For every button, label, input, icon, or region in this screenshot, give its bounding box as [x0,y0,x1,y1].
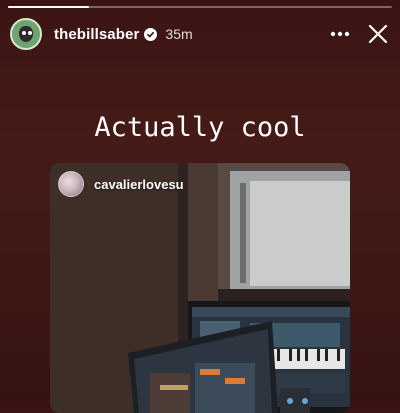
more-options-button[interactable] [328,22,352,46]
story-progress-bar [8,6,392,8]
shared-post-photo [50,163,350,413]
story-caption: Actually cool [94,112,306,143]
story-timestamp: 35m [165,26,193,42]
shared-post-avatar[interactable] [58,171,84,197]
verified-badge-icon [144,27,158,41]
story-username[interactable]: thebillsaber [54,26,139,43]
shared-post-username[interactable]: cavalierlovesu [94,177,184,192]
shared-post-card[interactable]: cavalierlovesu [50,163,350,413]
more-horizontal-icon [330,31,350,37]
shared-post-owner[interactable]: cavalierlovesu [58,171,184,197]
story-header: thebillsaber 35m [10,16,390,52]
close-icon [368,24,388,44]
close-button[interactable] [366,22,390,46]
user-avatar[interactable] [10,18,42,50]
story-progress-fill [8,6,89,8]
